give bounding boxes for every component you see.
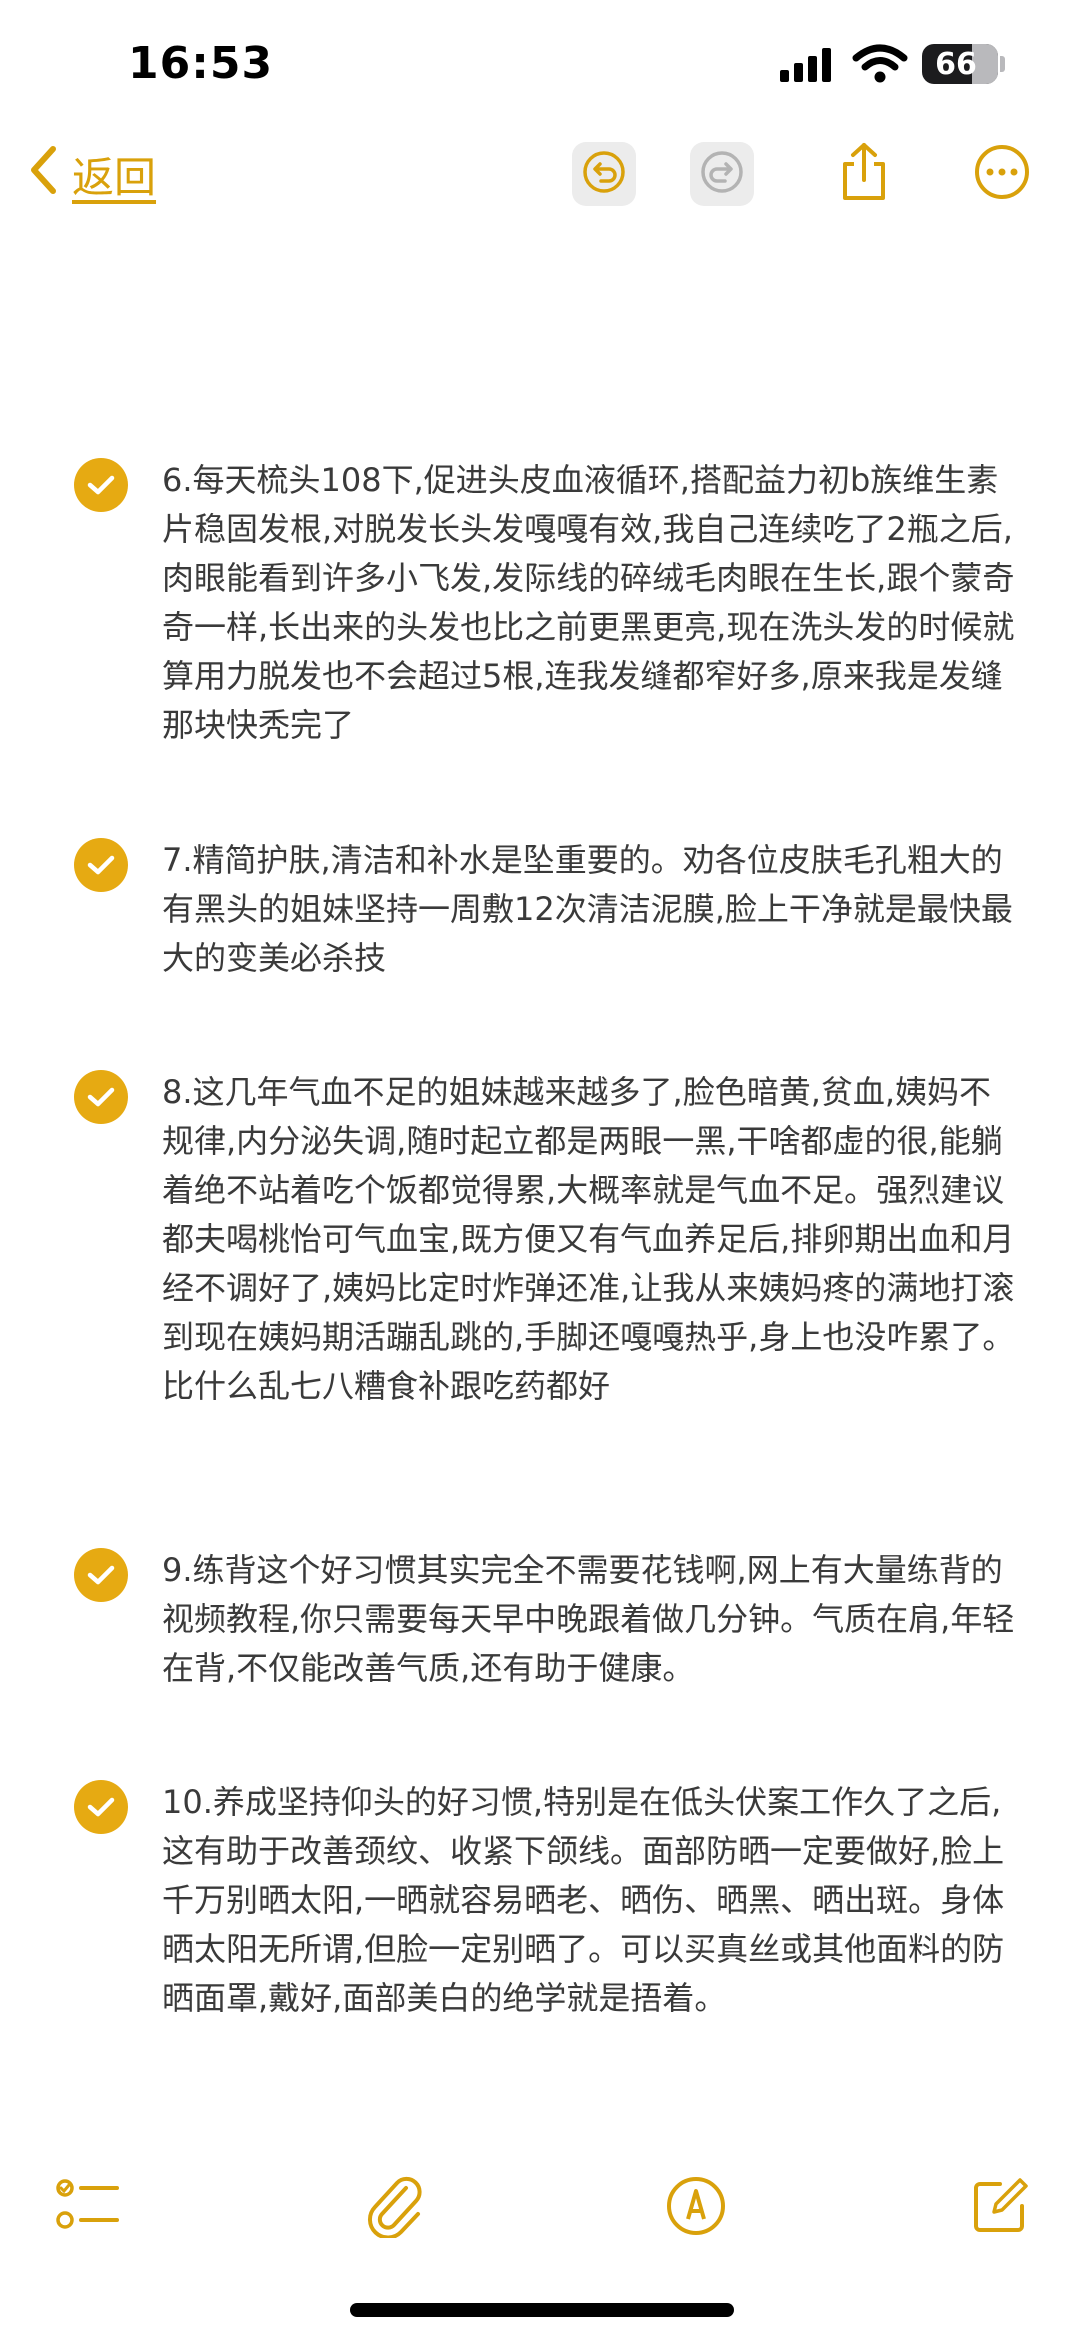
attachment-button[interactable]	[356, 2168, 436, 2248]
home-indicator[interactable]	[350, 2303, 734, 2317]
markup-button[interactable]	[656, 2168, 736, 2248]
battery-nub	[1000, 56, 1005, 72]
checklist-item-text[interactable]: 6.每天梳头108下,促进头皮血液循环,搭配益力初b族维生素片稳固发根,对脱发长…	[162, 456, 1022, 750]
share-icon	[837, 142, 891, 206]
checkmark-circle-icon[interactable]	[74, 1780, 128, 1834]
checklist-item-text[interactable]: 7.精简护肤,清洁和补水是坠重要的。劝各位皮肤毛孔粗大的有黑头的姐妹坚持一周敷1…	[162, 836, 1022, 983]
ellipsis-circle-icon	[973, 143, 1031, 205]
battery-level: 66	[935, 46, 977, 82]
cellular-signal-icon	[780, 48, 838, 86]
status-time: 16:53	[128, 38, 274, 89]
compose-button[interactable]	[960, 2168, 1040, 2248]
checklist-icon	[55, 2176, 121, 2240]
compose-icon	[970, 2176, 1030, 2240]
checklist-item-text[interactable]: 8.这几年气血不足的姐妹越来越多了,脸色暗黄,贫血,姨妈不规律,内分泌失调,随时…	[162, 1068, 1022, 1411]
checkmark-circle-icon[interactable]	[74, 458, 128, 512]
share-button[interactable]	[832, 142, 896, 206]
back-label: 返回	[72, 153, 157, 202]
undo-button[interactable]	[572, 142, 636, 206]
checklist-item-text[interactable]: 9.练背这个好习惯其实完全不需要花钱啊,网上有大量练背的视频教程,你只需要每天早…	[162, 1546, 1022, 1693]
checklist-button[interactable]	[48, 2168, 128, 2248]
chevron-left-icon	[28, 145, 58, 205]
undo-icon	[581, 149, 627, 199]
checkmark-circle-icon[interactable]	[74, 838, 128, 892]
checkmark-circle-icon[interactable]	[74, 1070, 128, 1124]
pen-circle-icon	[665, 2175, 727, 2241]
back-button[interactable]: 返回	[28, 144, 156, 205]
bottom-toolbar	[0, 2148, 1080, 2268]
redo-icon	[699, 149, 745, 199]
checklist-item-text[interactable]: 10.养成坚持仰头的好习惯,特别是在低头伏案工作久了之后,这有助于改善颈纹、收紧…	[162, 1778, 1022, 2023]
status-bar: 16:53 66	[0, 0, 1080, 120]
nav-bar: 返回	[0, 130, 1080, 230]
checkmark-circle-icon[interactable]	[74, 1548, 128, 1602]
paperclip-icon	[366, 2174, 426, 2242]
more-button[interactable]	[970, 142, 1034, 206]
redo-button[interactable]	[690, 142, 754, 206]
wifi-icon	[852, 44, 908, 88]
battery-icon: 66	[922, 44, 998, 84]
